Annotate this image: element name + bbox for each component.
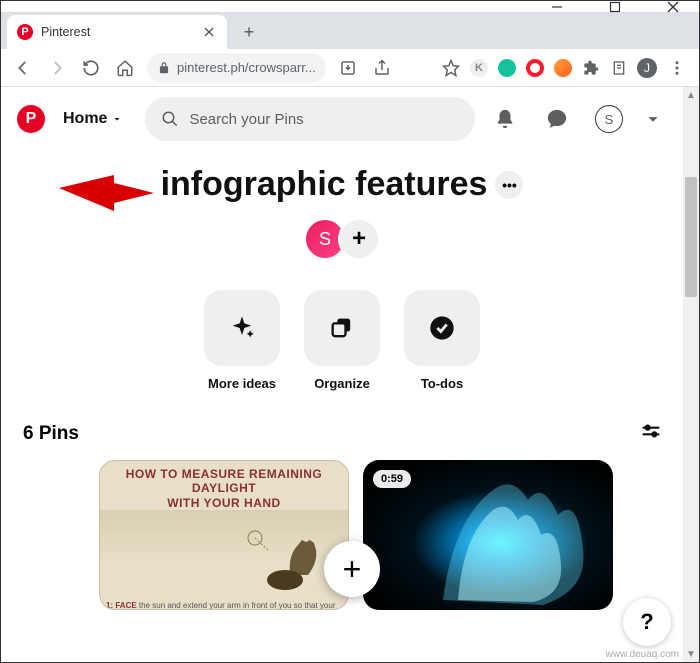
account-button[interactable]: S bbox=[587, 97, 631, 141]
bookmark-star-icon[interactable] bbox=[437, 54, 465, 82]
search-bar[interactable]: Search your Pins bbox=[145, 97, 475, 141]
browser-tabstrip: P Pinterest + bbox=[1, 13, 699, 49]
watermark: www.deuaq.com bbox=[606, 649, 679, 660]
back-button[interactable] bbox=[7, 52, 39, 84]
add-pin-fab[interactable]: + bbox=[324, 541, 380, 597]
pin-caption: 1: FACE the sun and extend your arm in f… bbox=[100, 600, 348, 610]
pin-item[interactable]: 0:59 bbox=[363, 460, 613, 610]
forward-button[interactable] bbox=[41, 52, 73, 84]
url-bar[interactable]: pinterest.ph/crowsparr... bbox=[147, 53, 326, 83]
extension-icon-opera[interactable] bbox=[521, 54, 549, 82]
help-label: ? bbox=[640, 609, 653, 635]
window-close-button[interactable] bbox=[655, 1, 691, 13]
reload-button[interactable] bbox=[75, 52, 107, 84]
extensions-menu-icon[interactable] bbox=[577, 54, 605, 82]
search-icon bbox=[161, 110, 179, 128]
pinterest-logo[interactable]: P bbox=[17, 105, 45, 133]
more-ideas-tile[interactable]: More ideas bbox=[204, 290, 280, 391]
sparkle-icon bbox=[228, 314, 256, 342]
board-tools: More ideas Organize To-dos bbox=[1, 290, 683, 391]
scrollbar[interactable]: ▲ ▼ bbox=[683, 87, 699, 662]
add-collaborator-button[interactable]: + bbox=[338, 218, 380, 260]
window-titlebar bbox=[1, 1, 699, 13]
url-text: pinterest.ph/crowsparr... bbox=[177, 60, 316, 75]
check-circle-icon bbox=[428, 314, 456, 342]
browser-tab[interactable]: P Pinterest bbox=[7, 15, 227, 49]
pinterest-favicon: P bbox=[17, 24, 33, 40]
browser-toolbar: pinterest.ph/crowsparr... K J bbox=[1, 49, 699, 87]
pins-header: 6 Pins bbox=[1, 421, 683, 446]
scrollbar-thumb[interactable] bbox=[685, 177, 697, 297]
reading-list-icon[interactable] bbox=[605, 54, 633, 82]
share-icon[interactable] bbox=[366, 52, 398, 84]
search-placeholder: Search your Pins bbox=[189, 111, 303, 128]
pin-grid: HOW TO MEASURE REMAINING DAYLIGHT WITH Y… bbox=[1, 446, 683, 610]
organize-label: Organize bbox=[314, 376, 370, 391]
extension-icon-grammarly[interactable] bbox=[493, 54, 521, 82]
scroll-down-arrow[interactable]: ▼ bbox=[683, 646, 699, 662]
window-maximize-button[interactable] bbox=[597, 1, 633, 13]
filter-button[interactable] bbox=[641, 421, 661, 446]
help-button[interactable]: ? bbox=[623, 598, 671, 646]
pinterest-header: P Home Search your Pins S bbox=[1, 87, 683, 151]
extension-icon-k[interactable]: K bbox=[465, 54, 493, 82]
install-app-icon[interactable] bbox=[332, 52, 364, 84]
window-minimize-button[interactable] bbox=[539, 1, 575, 13]
notifications-button[interactable] bbox=[483, 97, 527, 141]
tab-title: Pinterest bbox=[41, 25, 193, 39]
profile-avatar[interactable]: J bbox=[633, 54, 661, 82]
chevron-down-icon bbox=[111, 113, 123, 125]
lock-icon bbox=[157, 61, 171, 75]
todos-label: To-dos bbox=[421, 376, 463, 391]
organize-tile[interactable]: Organize bbox=[304, 290, 380, 391]
new-tab-button[interactable]: + bbox=[235, 18, 263, 46]
pin-image-title: HOW TO MEASURE REMAINING DAYLIGHT WITH Y… bbox=[100, 461, 348, 510]
organize-icon bbox=[328, 314, 356, 342]
pins-count: 6 Pins bbox=[23, 423, 79, 445]
todos-tile[interactable]: To-dos bbox=[404, 290, 480, 391]
browser-menu-button[interactable] bbox=[661, 52, 693, 84]
account-chevron[interactable] bbox=[639, 97, 667, 141]
more-ideas-label: More ideas bbox=[208, 376, 276, 391]
tab-close-button[interactable] bbox=[201, 24, 217, 40]
page-content: ▲ ▼ P Home Search your Pins S bbox=[1, 87, 699, 662]
chevron-down-icon bbox=[642, 108, 664, 130]
messages-button[interactable] bbox=[535, 97, 579, 141]
annotation-arrow bbox=[59, 173, 154, 213]
home-label: Home bbox=[63, 110, 107, 128]
pin-item[interactable]: HOW TO MEASURE REMAINING DAYLIGHT WITH Y… bbox=[99, 460, 349, 610]
home-dropdown[interactable]: Home bbox=[63, 110, 123, 128]
scroll-up-arrow[interactable]: ▲ bbox=[683, 87, 699, 103]
board-more-button[interactable]: ••• bbox=[495, 171, 523, 199]
home-button[interactable] bbox=[109, 52, 141, 84]
board-header: infographic features ••• S + bbox=[1, 151, 683, 260]
board-title: infographic features bbox=[161, 165, 488, 204]
extension-icon-similarweb[interactable] bbox=[549, 54, 577, 82]
